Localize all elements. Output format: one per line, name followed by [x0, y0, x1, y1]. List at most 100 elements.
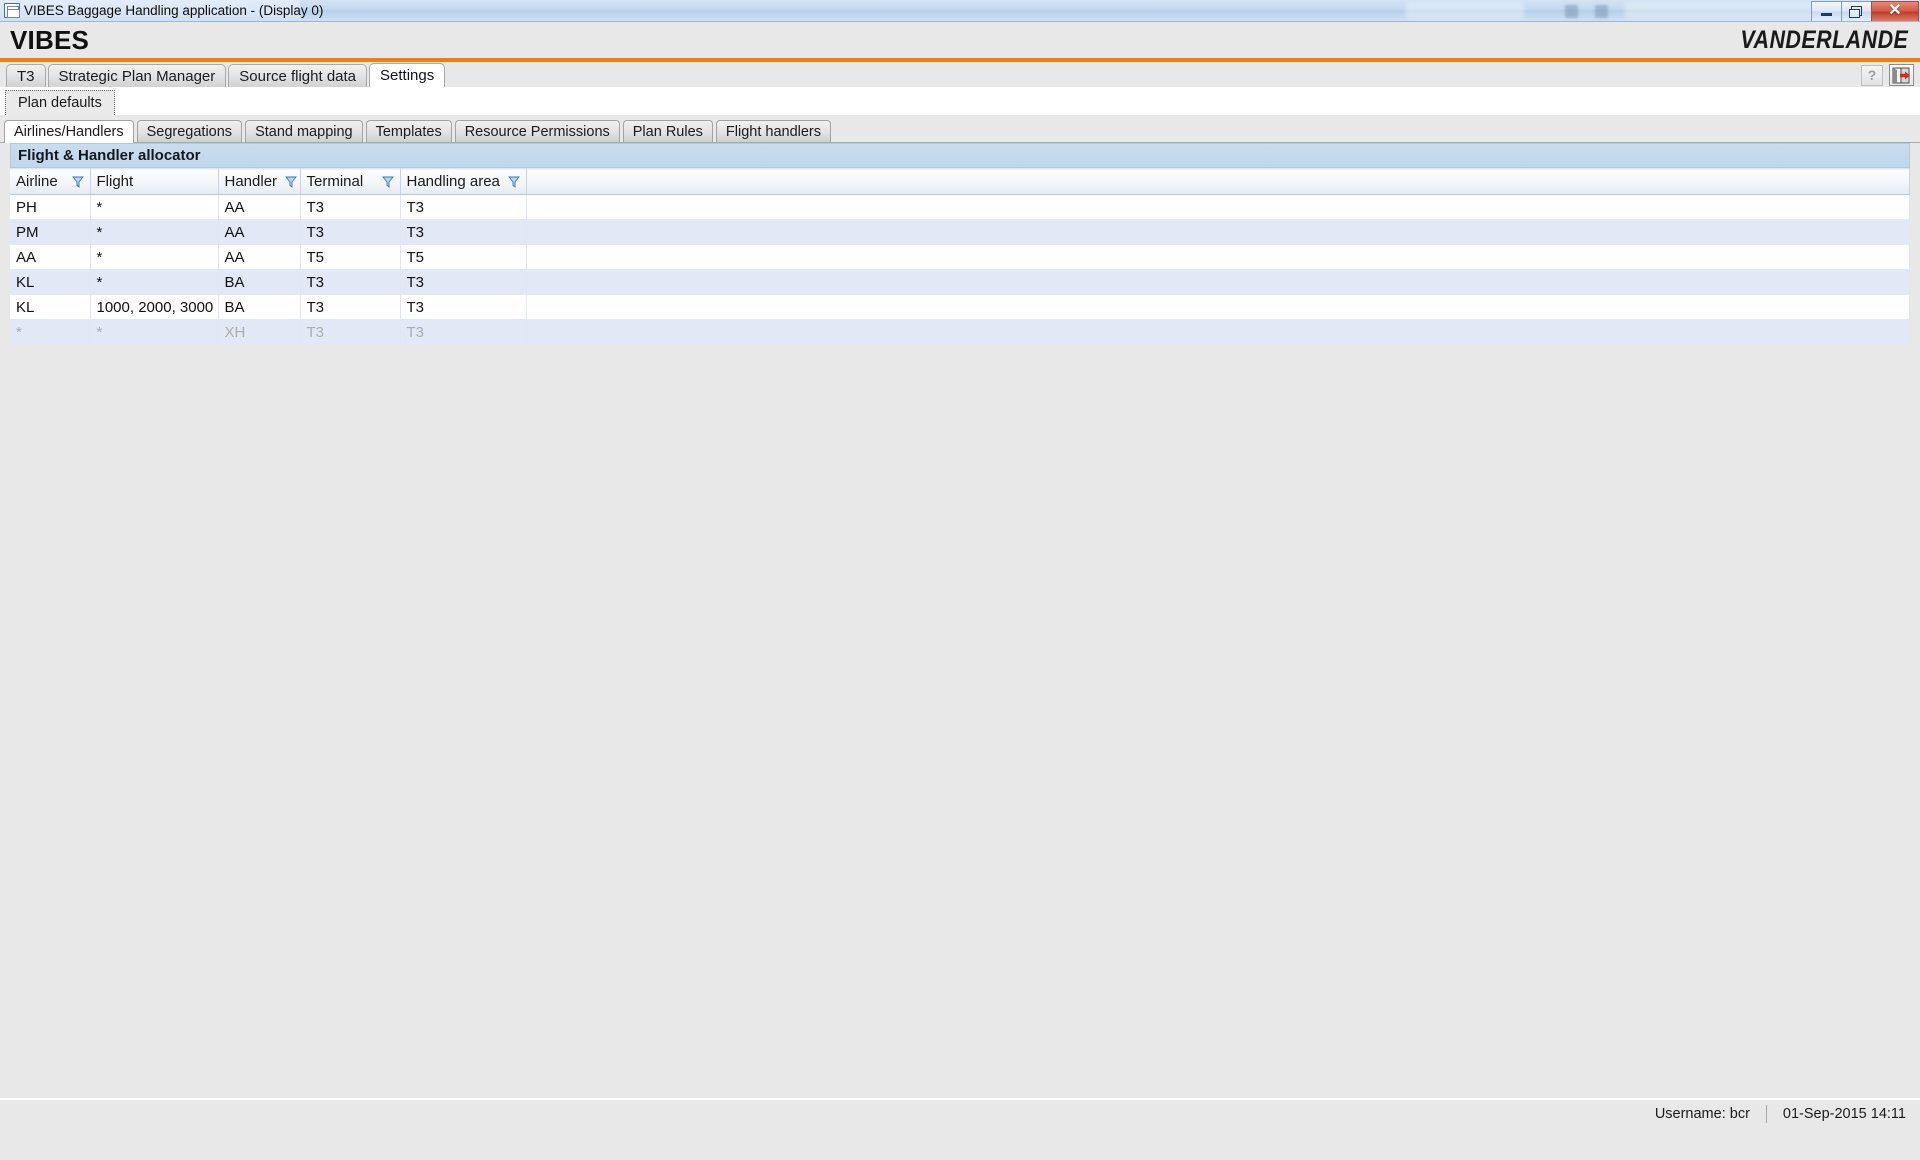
cell-flight[interactable]: * [90, 245, 218, 270]
window-title: VIBES Baggage Handling application - (Di… [24, 3, 323, 18]
cell-handler[interactable]: XH [218, 320, 300, 345]
flight-handler-allocator-panel: Flight & Handler allocator Airline [10, 143, 1910, 345]
tab-resource-permissions[interactable]: Resource Permissions [455, 120, 620, 142]
table-row-new-placeholder[interactable]: * * XH T3 T3 [10, 320, 1910, 345]
column-header-handler[interactable]: Handler [218, 169, 300, 195]
flight-handler-table[interactable]: Airline Flight Handler [10, 168, 1910, 345]
panel-title: Flight & Handler allocator [10, 143, 1910, 168]
cell-filler [526, 220, 1910, 245]
column-header-flight[interactable]: Flight [90, 169, 218, 195]
cell-handling-area[interactable]: T3 [400, 270, 526, 295]
cell-handler[interactable]: AA [218, 245, 300, 270]
cell-airline[interactable]: AA [10, 245, 90, 270]
column-label-flight: Flight [97, 173, 134, 190]
cell-airline[interactable]: PM [10, 220, 90, 245]
maximize-icon [1851, 6, 1862, 16]
statusbar-gap [0, 1090, 1920, 1098]
minimize-icon [1821, 13, 1832, 16]
cell-handling-area[interactable]: T3 [400, 220, 526, 245]
ghost-icon-2 [1595, 5, 1608, 18]
logout-button[interactable] [1889, 64, 1914, 86]
tab-stand-mapping[interactable]: Stand mapping [245, 120, 363, 142]
cell-handling-area[interactable]: T3 [400, 195, 526, 220]
table-row[interactable]: KL * BA T3 T3 [10, 270, 1910, 295]
filter-icon-airline[interactable] [72, 176, 84, 188]
cell-terminal[interactable]: T5 [300, 245, 400, 270]
cell-flight[interactable]: * [90, 270, 218, 295]
tertiary-tabbar[interactable]: Airlines/Handlers Segregations Stand map… [0, 115, 1920, 143]
filter-icon-handling-area[interactable] [508, 176, 520, 188]
maximize-button[interactable] [1841, 1, 1872, 22]
cell-handler[interactable]: AA [218, 220, 300, 245]
window-document-icon [4, 3, 20, 18]
tab-t3[interactable]: T3 [6, 64, 46, 87]
secondary-tabbar[interactable]: Plan defaults [0, 88, 1920, 115]
cell-filler [526, 245, 1910, 270]
tab-airlines-handlers[interactable]: Airlines/Handlers [4, 120, 134, 143]
status-username: Username: bcr [1655, 1106, 1750, 1122]
cell-terminal[interactable]: T3 [300, 195, 400, 220]
close-button[interactable]: ✕ [1871, 1, 1919, 22]
cell-handler[interactable]: BA [218, 295, 300, 320]
column-header-airline[interactable]: Airline [10, 169, 90, 195]
filter-icon-handler[interactable] [285, 176, 297, 188]
cell-terminal[interactable]: T3 [300, 270, 400, 295]
cell-airline[interactable]: * [10, 320, 90, 345]
ghost-icon-1 [1565, 5, 1578, 18]
cell-terminal[interactable]: T3 [300, 295, 400, 320]
cell-airline[interactable]: KL [10, 295, 90, 320]
main-content: Flight & Handler allocator Airline [0, 143, 1920, 1090]
application-header: VIBES VANDERLANDE [0, 22, 1920, 58]
cell-flight[interactable]: 1000, 2000, 3000 [90, 295, 218, 320]
status-separator [1766, 1105, 1767, 1123]
tab-templates[interactable]: Templates [366, 120, 452, 142]
cell-flight[interactable]: * [90, 220, 218, 245]
tab-settings[interactable]: Settings [369, 63, 445, 87]
logout-icon [1892, 67, 1911, 84]
status-datetime: 01-Sep-2015 14:11 [1783, 1106, 1906, 1122]
column-label-terminal: Terminal [307, 173, 364, 190]
close-icon: ✕ [1888, 3, 1901, 19]
column-header-terminal[interactable]: Terminal [300, 169, 400, 195]
table-row[interactable]: KL 1000, 2000, 3000 BA T3 T3 [10, 295, 1910, 320]
cell-handling-area[interactable]: T3 [400, 320, 526, 345]
tab-plan-rules[interactable]: Plan Rules [623, 120, 713, 142]
cell-airline[interactable]: PH [10, 195, 90, 220]
tab-source-flight-data[interactable]: Source flight data [228, 64, 367, 87]
window-titlebar[interactable]: VIBES Baggage Handling application - (Di… [0, 0, 1920, 22]
cell-handler[interactable]: AA [218, 195, 300, 220]
column-header-filler [526, 169, 1910, 195]
cell-filler [526, 320, 1910, 345]
table-header-row: Airline Flight Handler [10, 169, 1910, 195]
filter-icon-terminal[interactable] [382, 176, 394, 188]
cell-flight[interactable]: * [90, 195, 218, 220]
help-button[interactable]: ? [1861, 65, 1883, 86]
cell-handling-area[interactable]: T3 [400, 295, 526, 320]
primary-tabbar[interactable]: T3 Strategic Plan Manager Source flight … [0, 62, 1920, 88]
table-row[interactable]: PM * AA T3 T3 [10, 220, 1910, 245]
cell-handling-area[interactable]: T5 [400, 245, 526, 270]
page-title: VIBES [10, 25, 89, 56]
tab-strategic-plan-manager[interactable]: Strategic Plan Manager [48, 64, 227, 87]
minimize-button[interactable] [1811, 1, 1842, 22]
cell-terminal[interactable]: T3 [300, 220, 400, 245]
table-row[interactable]: AA * AA T5 T5 [10, 245, 1910, 270]
column-header-handling-area[interactable]: Handling area [400, 169, 526, 195]
vanderlande-logo: VANDERLANDE [1740, 26, 1908, 55]
cell-flight[interactable]: * [90, 320, 218, 345]
table-row[interactable]: PH * AA T3 T3 [10, 195, 1910, 220]
window-controls[interactable]: ✕ [1812, 0, 1920, 22]
statusbar: Username: bcr 01-Sep-2015 14:11 [0, 1098, 1920, 1128]
column-label-handling-area: Handling area [407, 173, 500, 190]
ghost-overlay-1 [1406, 3, 1524, 19]
column-label-handler: Handler [225, 173, 278, 190]
column-label-airline: Airline [16, 173, 58, 190]
tab-flight-handlers[interactable]: Flight handlers [716, 120, 831, 142]
cell-handler[interactable]: BA [218, 270, 300, 295]
cell-filler [526, 295, 1910, 320]
cell-terminal[interactable]: T3 [300, 320, 400, 345]
tab-plan-defaults[interactable]: Plan defaults [5, 90, 115, 115]
header-action-icons[interactable]: ? [1861, 64, 1914, 86]
cell-airline[interactable]: KL [10, 270, 90, 295]
tab-segregations[interactable]: Segregations [137, 120, 242, 142]
